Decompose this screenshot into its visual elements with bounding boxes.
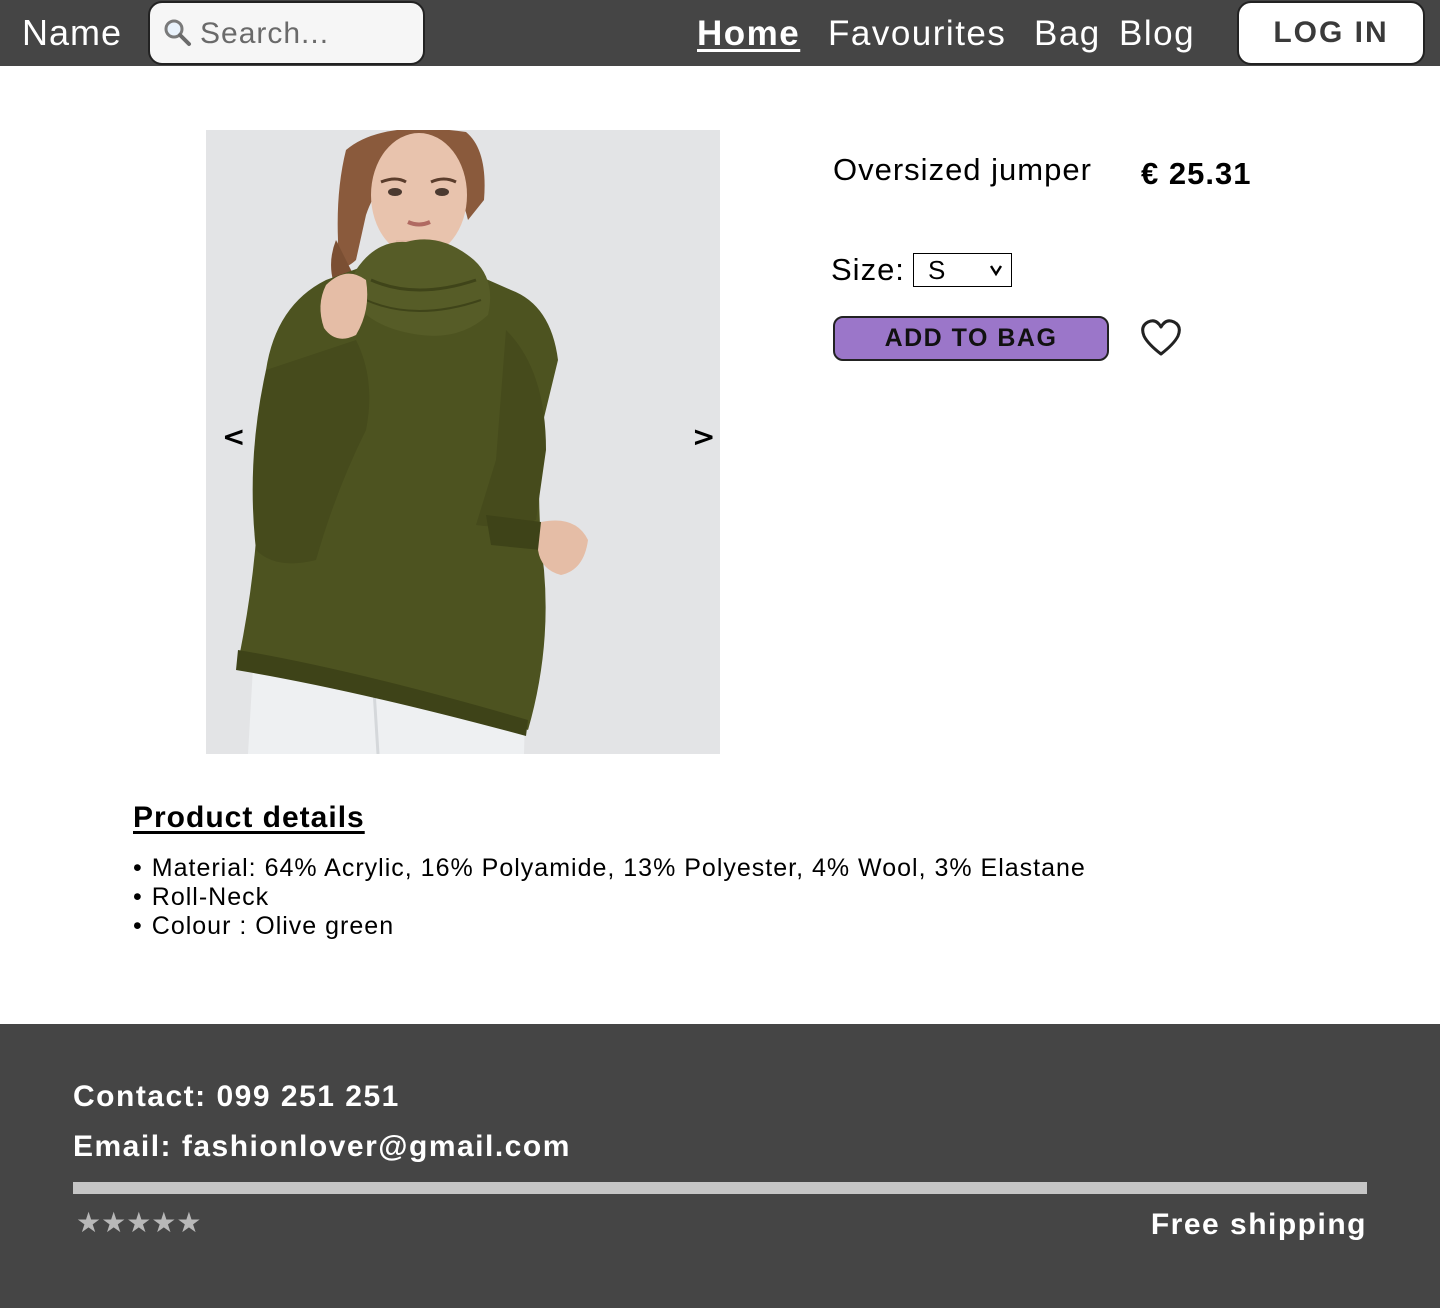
search-input[interactable] [200,15,415,53]
list-item: Colour : Olive green [133,912,1086,941]
size-selected-value: S [928,255,946,285]
nav-bag-link[interactable]: Bag [1034,14,1101,54]
search-box[interactable] [148,1,425,65]
free-shipping-label: Free shipping [1150,1208,1367,1241]
product-details-list: Material: 64% Acrylic, 16% Polyamide, 13… [133,854,1086,941]
nav-home-link[interactable]: Home [697,14,800,54]
footer-divider [73,1182,1367,1194]
product-photo [206,130,720,754]
gallery-prev-button[interactable]: < [222,420,245,453]
list-item: Material: 64% Acrylic, 16% Polyamide, 13… [133,854,1086,883]
footer-contact: Contact: 099 251 251 [73,1080,400,1113]
chevron-down-icon [989,265,1003,277]
nav-blog-link[interactable]: Blog [1119,14,1195,54]
heart-icon[interactable] [1140,318,1182,358]
size-select[interactable]: S [913,253,1012,287]
nav-favourites-link[interactable]: Favourites [828,14,1006,54]
footer: Contact: 099 251 251 Email: fashionlover… [0,1024,1440,1308]
rating-stars: ★★★★★ [76,1206,202,1239]
add-to-bag-button[interactable]: ADD TO BAG [833,316,1109,361]
product-image-carousel: < > [206,130,720,754]
product-price: € 25.31 [1141,156,1252,191]
size-label: Size: [831,252,905,287]
login-button[interactable]: LOG IN [1237,1,1425,65]
gallery-next-button[interactable]: > [692,420,715,453]
top-nav-bar: Name Home Favourites Bag Blog LOG IN [0,0,1440,66]
brand-name[interactable]: Name [22,12,122,54]
list-item: Roll-Neck [133,883,1086,912]
footer-email[interactable]: Email: fashionlover@gmail.com [73,1130,571,1164]
product-title: Oversized jumper [833,152,1092,187]
product-details-heading: Product details [133,801,365,834]
search-icon [164,19,191,46]
